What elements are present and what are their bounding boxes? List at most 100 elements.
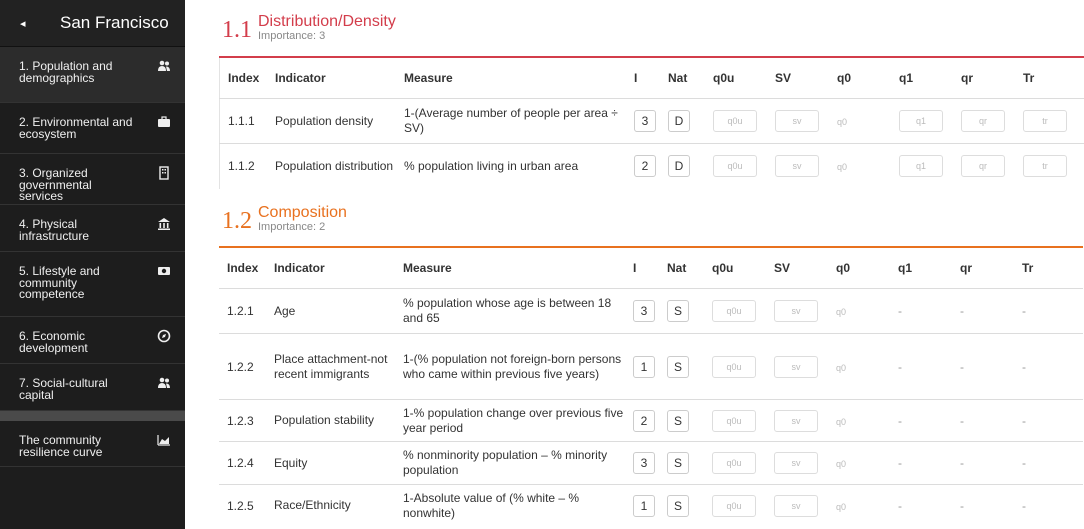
section-number: 1.2 [222,208,252,234]
compass-icon [157,329,171,343]
tr-dash: - [1022,413,1026,428]
importance-input[interactable]: 3 [633,452,655,474]
sidebar-item-label: 1. Population and demographics [19,59,113,85]
importance-input[interactable]: 3 [634,110,656,132]
tr-dash: - [1022,359,1026,374]
q1-dash: - [898,359,902,374]
col-header-indicator: Indicator [275,71,326,85]
row-index: 1.2.2 [219,333,273,400]
sidebar-item-label: 3. Organized governmental services [19,166,92,203]
sidebar-item-population[interactable]: 1. Population and demographics [0,47,185,103]
sv-input[interactable]: sv [774,452,818,474]
col-header-index: Index [227,261,259,275]
sv-input[interactable]: sv [775,155,819,178]
row-measure: 1-(Average number of people per area ÷ S… [403,98,633,144]
importance-input[interactable]: 1 [633,494,655,517]
sv-input[interactable]: sv [774,355,818,378]
section-importance: Importance: 3 [258,30,326,42]
row-measure: % nonminority population – % minority po… [402,441,632,485]
table-row: 1.1.2 Population distribution % populati… [219,143,1084,189]
qr-dash: - [960,498,964,513]
importance-input[interactable]: 2 [634,155,656,178]
col-header-i: I [634,71,638,85]
row-indicator: Population density [274,98,403,144]
sidebar-item-governmental[interactable]: 3. Organized governmental services [0,154,185,205]
row-indicator: Race/Ethnicity [273,484,402,527]
users-icon [157,376,171,390]
sidebar: ◂ San Francisco 1. Population and demogr… [0,0,185,529]
q1-input[interactable]: q1 [899,155,943,178]
col-header-qr: qr [961,71,973,85]
importance-input[interactable]: 3 [633,300,655,322]
tr-dash: - [1022,304,1026,318]
nature-input[interactable]: D [668,155,690,178]
q1-dash: - [898,304,902,318]
sidebar-item-environmental[interactable]: 2. Environmental and ecosystem [0,103,185,154]
qr-dash: - [960,413,964,428]
importance-input[interactable]: 1 [633,355,655,378]
row-indicator: Population stability [273,399,402,442]
tr-input[interactable]: tr [1023,155,1067,178]
table-header-row: Index Indicator Measure I Nat q0u SV q0 … [219,247,1083,289]
sidebar-item-resilience-curve[interactable]: The community resilience curve [0,421,185,467]
row-indicator: Population distribution [274,143,403,189]
qr-input[interactable]: qr [961,110,1005,132]
nature-input[interactable]: S [667,494,689,517]
sidebar-item-label: The community resilience curve [19,433,103,459]
col-header-q0u: q0u [712,261,734,275]
sidebar-item-infrastructure[interactable]: 4. Physical infrastructure [0,205,185,252]
sidebar-item-lifestyle[interactable]: 5. Lifestyle and community competence [0,252,185,317]
building-icon [157,166,171,180]
tr-dash: - [1022,456,1026,470]
col-header-q1: q1 [899,71,914,85]
importance-input[interactable]: 2 [633,409,655,432]
sv-input[interactable]: sv [774,494,818,517]
col-header-i: I [633,261,637,275]
col-header-sv: SV [774,261,791,275]
nature-input[interactable]: S [667,300,689,322]
q1-input[interactable]: q1 [899,110,943,132]
row-indicator: Age [273,288,402,334]
sidebar-item-economic[interactable]: 6. Economic development [0,317,185,364]
q1-dash: - [898,498,902,513]
q0-value: q0 [837,117,848,127]
nature-input[interactable]: S [667,452,689,474]
col-header-q0: q0 [836,261,851,275]
row-measure: 1-% population change over previous five… [402,399,632,442]
table-row: 1.2.1 Age % population whose age is betw… [219,288,1083,334]
q0-value: q0 [837,162,848,173]
q0u-input[interactable]: q0u [713,110,757,132]
sidebar-item-social-cultural[interactable]: 7. Social-cultural capital [0,364,185,411]
col-header-q0: q0 [837,71,852,85]
q1-dash: - [898,456,902,470]
row-measure: % population whose age is between 18 and… [402,288,632,334]
q0u-input[interactable]: q0u [712,300,756,322]
tr-input[interactable]: tr [1023,110,1067,132]
q0u-input[interactable]: q0u [712,494,756,517]
row-indicator: Equity [273,441,402,485]
q0-value: q0 [836,362,847,373]
q0u-input[interactable]: q0u [713,155,757,178]
q0u-input[interactable]: q0u [712,409,756,432]
q0u-input[interactable]: q0u [712,452,756,474]
sv-input[interactable]: sv [774,300,818,322]
qr-dash: - [960,359,964,374]
section-header: 1.2 Composition Importance: 2 [222,205,347,234]
sv-input[interactable]: sv [774,409,818,432]
nature-input[interactable]: S [667,409,689,432]
q0u-input[interactable]: q0u [712,355,756,378]
indicator-table: Index Indicator Measure I Nat q0u SV q0 … [219,246,1083,527]
row-index: 1.2.5 [219,484,273,527]
area-chart-icon [157,433,171,447]
section-title: Distribution/Density [258,13,396,30]
city-title: San Francisco [60,13,169,32]
nature-input[interactable]: S [667,355,689,378]
row-index: 1.2.1 [219,288,273,334]
sv-input[interactable]: sv [775,110,819,132]
nature-input[interactable]: D [668,110,690,132]
sidebar-item-label: 4. Physical infrastructure [19,217,90,243]
back-arrow-icon[interactable]: ◂ [20,17,34,30]
col-header-qr: qr [960,261,972,275]
qr-input[interactable]: qr [961,155,1005,178]
q1-dash: - [898,413,902,428]
